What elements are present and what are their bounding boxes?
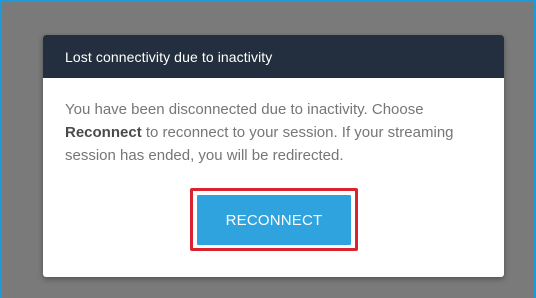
dialog-header: Lost connectivity due to inactivity [43,35,504,78]
dialog-message: You have been disconnected due to inacti… [43,78,504,167]
disconnect-dialog: Lost connectivity due to inactivity You … [43,35,504,277]
reconnect-button[interactable]: RECONNECT [197,195,351,245]
dialog-message-part1: You have been disconnected due to inacti… [65,101,424,118]
dialog-message-emphasis: Reconnect [65,124,142,141]
app-frame: Lost connectivity due to inactivity You … [0,0,536,298]
dialog-title: Lost connectivity due to inactivity [65,48,273,65]
